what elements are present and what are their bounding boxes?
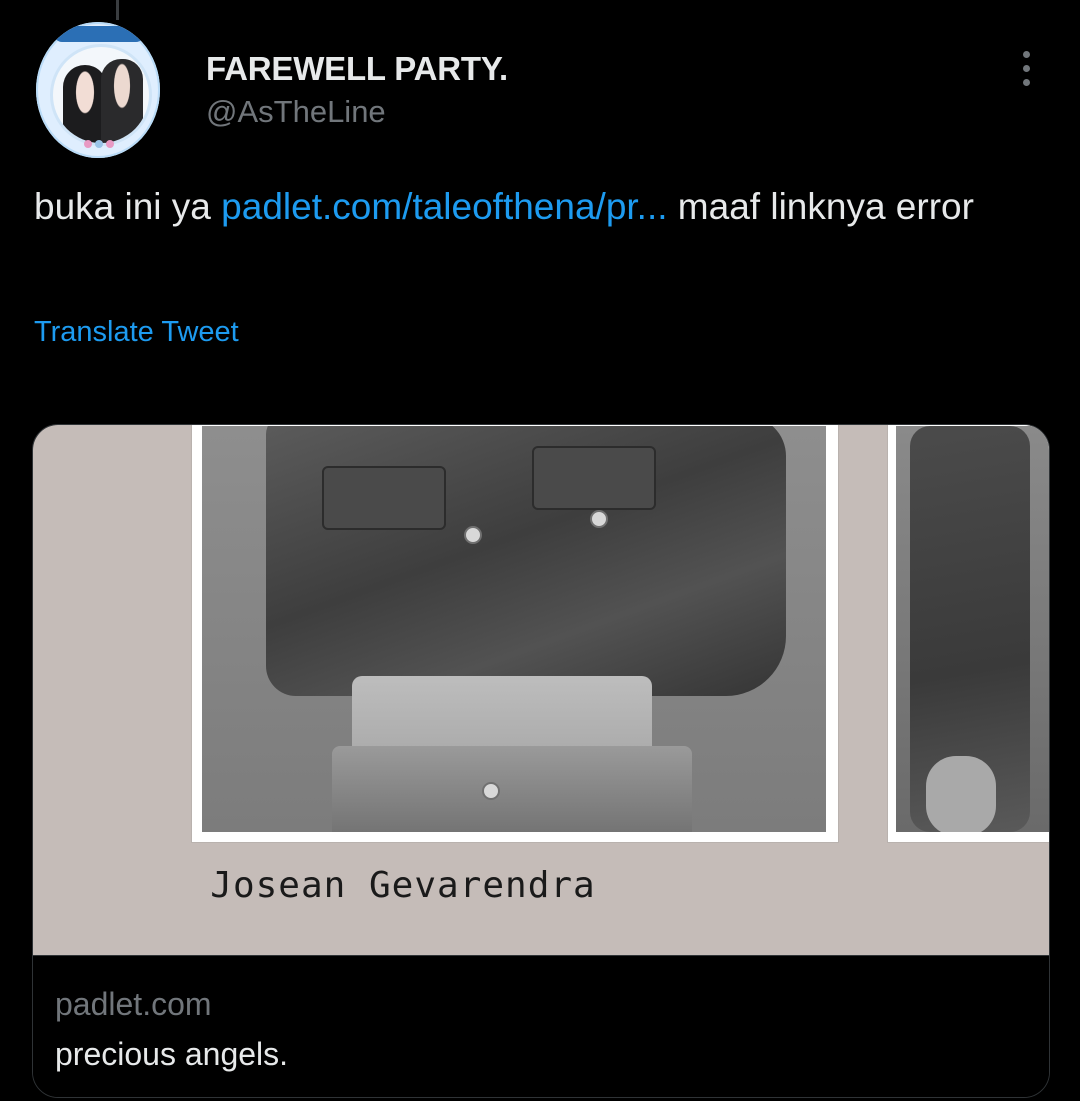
more-vertical-icon xyxy=(1022,50,1030,58)
tweet-link[interactable]: padlet.com/taleofthena/pr... xyxy=(221,186,667,227)
tweet-text-after-link: maaf linknya error xyxy=(667,186,974,227)
tweet-text-before-link: buka ini ya xyxy=(34,186,222,227)
heart-icon xyxy=(95,140,103,148)
card-meta[interactable]: padlet.com precious angels. xyxy=(33,955,1049,1097)
more-vertical-icon xyxy=(1022,78,1030,86)
photo-jacket-pocket xyxy=(322,466,446,530)
author-display-name[interactable]: FAREWELL PARTY. xyxy=(206,50,508,88)
more-vertical-icon xyxy=(1022,64,1030,72)
photo-jacket-pocket xyxy=(532,446,656,510)
photo-button-stud xyxy=(464,526,482,544)
card-photo-frame xyxy=(191,425,839,843)
avatar[interactable] xyxy=(36,22,160,158)
tweet-text: buka ini ya padlet.com/taleofthena/pr...… xyxy=(34,180,1044,234)
card-domain: padlet.com xyxy=(55,986,212,1022)
card-photo xyxy=(202,426,826,832)
avatar-photo-frame xyxy=(50,44,152,146)
photo-hand xyxy=(926,756,996,832)
card-media[interactable]: Josean Gevarendra xyxy=(33,425,1049,955)
author-handle[interactable]: @AsTheLine xyxy=(206,94,386,130)
tweet-view: FAREWELL PARTY. @AsTheLine buka ini ya p… xyxy=(0,0,1080,1101)
card-photo-frame-secondary xyxy=(887,425,1049,843)
translate-tweet-link[interactable]: Translate Tweet xyxy=(34,316,239,349)
link-preview-card[interactable]: Josean Gevarendra padlet.com precious an… xyxy=(32,424,1050,1098)
thread-connector-line xyxy=(116,0,119,20)
avatar-hearts-decoration xyxy=(82,140,116,150)
photo-jeans xyxy=(332,746,692,832)
card-media-caption: Josean Gevarendra xyxy=(210,865,596,906)
heart-icon xyxy=(106,140,114,148)
card-title: precious angels. xyxy=(55,1036,289,1072)
avatar-person-right xyxy=(101,59,143,143)
heart-icon xyxy=(84,140,92,148)
more-options-button[interactable] xyxy=(1008,46,1044,90)
avatar-banner xyxy=(54,26,144,42)
card-photo-secondary xyxy=(896,426,1049,832)
photo-button-stud xyxy=(590,510,608,528)
photo-button-stud xyxy=(482,782,500,800)
